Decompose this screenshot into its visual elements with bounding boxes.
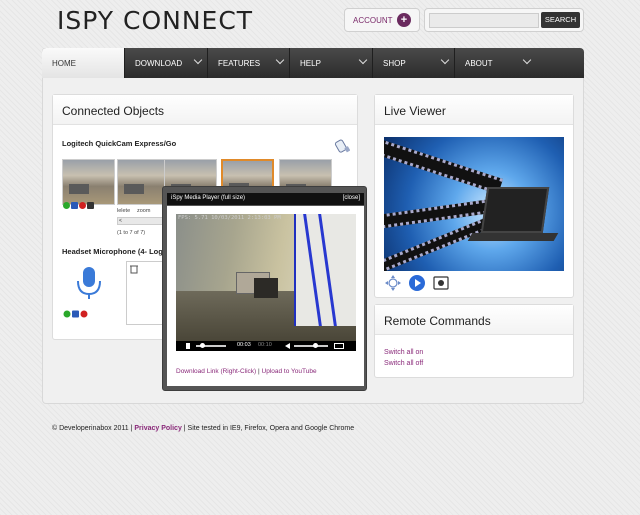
plus-icon: +: [397, 13, 411, 27]
search-box: SEARCH: [424, 8, 584, 32]
snapshot-icon[interactable]: [87, 202, 94, 209]
trash-icon[interactable]: [129, 264, 139, 274]
chevron-down-icon: [193, 55, 203, 65]
chevron-down-icon: [440, 55, 450, 65]
chevron-down-icon: [522, 55, 532, 65]
close-button[interactable]: [close]: [343, 195, 360, 201]
search-input[interactable]: [429, 13, 539, 28]
nav-features-label: FEATURES: [218, 59, 261, 68]
player-title-bar: iSpy Media Player (full size) [close]: [167, 193, 364, 205]
current-time: 00:03: [237, 342, 251, 348]
live-viewer-image[interactable]: [384, 137, 564, 271]
trash-box: [126, 261, 166, 325]
nav-home[interactable]: HOME: [42, 48, 124, 78]
switch-all-on-link[interactable]: Switch all on: [384, 349, 423, 356]
film-strip: [384, 137, 504, 195]
site-logo[interactable]: ISPY CONNECT: [57, 6, 253, 35]
nav-download[interactable]: DOWNLOAD: [124, 48, 207, 78]
player-title: iSpy Media Player (full size): [171, 195, 246, 201]
switch-all-off-link[interactable]: Switch all off: [384, 360, 423, 367]
media-player-dialog: iSpy Media Player (full size) [close] FP…: [162, 186, 367, 391]
microphone-icon: [63, 267, 101, 318]
volume-icon[interactable]: [285, 343, 290, 349]
player-links: Download Link (Right-Click) | Upload to …: [176, 368, 317, 375]
snapshot-icon[interactable]: [432, 274, 450, 292]
account-button[interactable]: ACCOUNT +: [344, 8, 420, 32]
microphone-thumbnail[interactable]: [63, 261, 115, 321]
nav-about-label: ABOUT: [465, 59, 493, 68]
on-icon[interactable]: [63, 202, 70, 209]
play-icon[interactable]: [408, 274, 426, 292]
main-nav: HOME DOWNLOAD FEATURES HELP SHOP ABOUT: [42, 48, 584, 78]
player-body: FPS: 5.71 10/03/2011 2:13:03 PM 00:03 00…: [167, 206, 364, 386]
chevron-down-icon: [358, 55, 368, 65]
youtube-link[interactable]: Upload to YouTube: [262, 368, 317, 375]
connected-objects-title: Connected Objects: [53, 95, 357, 125]
search-button[interactable]: SEARCH: [541, 12, 580, 28]
account-label: ACCOUNT: [353, 16, 393, 25]
delete-label[interactable]: lelete: [117, 208, 130, 214]
video-frame[interactable]: FPS: 5.71 10/03/2011 2:13:03 PM: [176, 214, 356, 341]
footer: © Developerinabox 2011 | Privacy Policy …: [52, 425, 354, 432]
microphone-name: Headset Microphone (4- Logit: [62, 247, 168, 256]
nav-shop[interactable]: SHOP: [372, 48, 454, 78]
video-object: [254, 278, 278, 298]
link-separator: |: [258, 368, 260, 375]
seek-handle[interactable]: [200, 343, 205, 348]
live-viewer-title: Live Viewer: [375, 95, 573, 125]
privacy-policy-link[interactable]: Privacy Policy: [134, 425, 181, 432]
laptop-screen: [480, 187, 550, 233]
thumbnail-scrollbar[interactable]: <: [117, 217, 165, 225]
footer-copyright: © Developerinabox 2011 |: [52, 425, 133, 432]
nav-features[interactable]: FEATURES: [207, 48, 289, 78]
download-link[interactable]: Download Link (Right-Click): [176, 368, 256, 375]
fullscreen-icon[interactable]: [334, 343, 344, 349]
chevron-down-icon: [275, 55, 285, 65]
laptop-base: [467, 233, 559, 241]
volume-handle[interactable]: [313, 343, 318, 348]
camera-status-icons: [63, 202, 94, 209]
video-overlay-text: FPS: 5.71 10/03/2011 2:13:03 PM: [178, 215, 281, 221]
camera-thumbnail[interactable]: [62, 159, 115, 205]
nav-help[interactable]: HELP: [289, 48, 372, 78]
nav-about[interactable]: ABOUT: [454, 48, 536, 78]
nav-download-label: DOWNLOAD: [135, 59, 183, 68]
pause-icon[interactable]: [186, 343, 190, 349]
pan-tilt-icon[interactable]: [384, 274, 402, 292]
remote-commands-title: Remote Commands: [375, 305, 573, 335]
camera-settings-icon[interactable]: [334, 138, 350, 156]
live-viewer-controls: [384, 274, 450, 292]
record-icon[interactable]: [79, 202, 86, 209]
live-viewer-panel: Live Viewer: [374, 94, 574, 298]
camera-name: Logitech QuickCam Express/Go: [62, 139, 177, 148]
nav-shop-label: SHOP: [383, 59, 406, 68]
scroll-left-arrow[interactable]: <: [119, 218, 122, 224]
player-controls: 00:03 00:10: [176, 341, 356, 351]
zoom-label[interactable]: zoom: [137, 208, 150, 214]
pager-text: (1 to 7 of 7): [117, 230, 146, 236]
monitor-icon[interactable]: [71, 202, 78, 209]
nav-help-label: HELP: [300, 59, 321, 68]
total-time: 00:10: [258, 342, 272, 348]
footer-tested: | Site tested in IE9, Firefox, Opera and…: [183, 425, 355, 432]
volume-track[interactable]: [294, 345, 328, 347]
remote-commands-panel: Remote Commands Switch all on Switch all…: [374, 304, 574, 378]
